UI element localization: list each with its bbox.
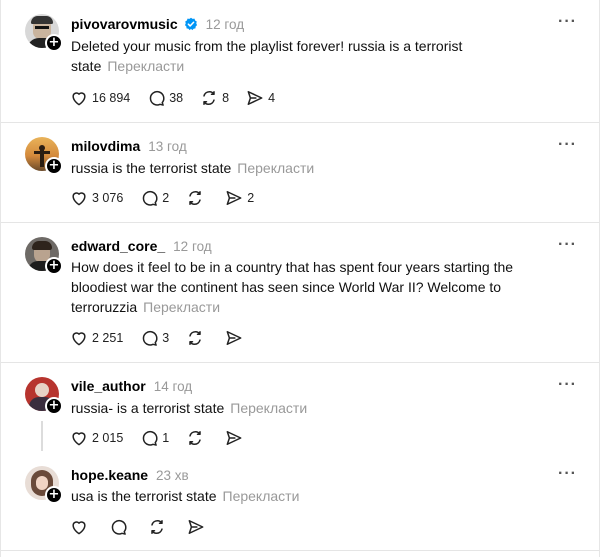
avatar[interactable]: + <box>25 466 63 504</box>
timestamp: 12 год <box>205 17 245 32</box>
like-button[interactable]: 2 251 <box>69 328 123 348</box>
repost-icon <box>185 328 205 348</box>
comment-button[interactable]: 2 <box>139 188 169 208</box>
repost-button[interactable] <box>147 517 170 537</box>
comment-count: 2 <box>162 191 170 205</box>
follow-plus-icon[interactable]: + <box>45 397 63 415</box>
share-button[interactable]: 4 <box>245 88 275 108</box>
heart-icon <box>69 188 89 208</box>
heart-icon <box>69 517 89 537</box>
translate-link[interactable]: Перекласти <box>107 58 184 74</box>
repost-button[interactable] <box>185 188 208 208</box>
share-icon <box>245 88 265 108</box>
share-button[interactable]: 2 <box>224 188 254 208</box>
follow-plus-icon[interactable]: + <box>45 486 63 504</box>
like-button[interactable] <box>69 517 92 537</box>
more-icon[interactable]: ··· <box>558 13 577 31</box>
share-count: 2 <box>247 191 255 205</box>
timestamp: 23 хв <box>156 468 189 483</box>
verified-badge-icon <box>184 17 198 31</box>
more-icon[interactable]: ··· <box>558 236 577 254</box>
share-button[interactable] <box>186 517 209 537</box>
share-count: 4 <box>268 91 276 105</box>
divider <box>1 550 599 551</box>
more-icon[interactable]: ··· <box>558 136 577 154</box>
share-icon <box>224 428 244 448</box>
share-button[interactable] <box>224 328 247 348</box>
comment-button[interactable]: 3 <box>139 328 169 348</box>
follow-plus-icon[interactable]: + <box>45 257 63 275</box>
translate-link[interactable]: Перекласти <box>230 400 307 416</box>
username[interactable]: edward_core_ <box>71 238 165 254</box>
comment-icon <box>146 88 166 108</box>
timestamp: 13 год <box>148 139 187 154</box>
share-icon <box>224 328 244 348</box>
post-body: russia is the terrorist state <box>71 160 232 176</box>
avatar[interactable]: + <box>25 237 63 275</box>
more-icon[interactable]: ··· <box>558 465 577 483</box>
share-icon <box>224 188 244 208</box>
divider <box>1 222 599 223</box>
comment-count: 1 <box>162 431 170 445</box>
comment-button[interactable] <box>108 517 131 537</box>
heart-icon <box>69 88 89 108</box>
comment-icon <box>139 328 159 348</box>
timestamp: 14 год <box>153 379 193 394</box>
comment-count: 3 <box>162 331 170 345</box>
heart-icon <box>69 328 89 348</box>
follow-plus-icon[interactable]: + <box>45 34 63 52</box>
comment-count: 38 <box>169 91 184 105</box>
like-button[interactable]: 2 015 <box>69 428 123 448</box>
repost-icon <box>147 517 167 537</box>
avatar[interactable]: + <box>25 14 63 52</box>
repost-icon <box>185 188 205 208</box>
post-body: russia- is a terrorist state <box>71 400 225 416</box>
comment-button[interactable]: 38 <box>146 88 183 108</box>
avatar[interactable]: + <box>25 137 63 175</box>
follow-plus-icon[interactable]: + <box>45 157 63 175</box>
translate-link[interactable]: Перекласти <box>223 488 300 504</box>
username[interactable]: hope.keane <box>71 467 148 483</box>
translate-link[interactable]: Перекласти <box>237 160 314 176</box>
username[interactable]: milovdima <box>71 138 140 154</box>
comment-icon <box>139 428 159 448</box>
post-body: usa is the terrorist state <box>71 488 217 504</box>
username[interactable]: pivovarovmusic <box>71 16 178 32</box>
comment-icon <box>139 188 159 208</box>
post-body: How does it feel to be in a country that… <box>71 259 514 315</box>
share-icon <box>186 517 206 537</box>
avatar[interactable]: + <box>25 377 63 415</box>
divider <box>1 362 599 363</box>
like-count: 16 894 <box>92 91 131 105</box>
post-text: How does it feel to be in a country that… <box>71 257 526 317</box>
username[interactable]: vile_author <box>71 378 146 394</box>
comment-icon <box>108 517 128 537</box>
divider <box>1 122 599 123</box>
repost-button[interactable] <box>185 428 208 448</box>
repost-count: 8 <box>222 91 230 105</box>
like-button[interactable]: 16 894 <box>69 88 130 108</box>
comment-button[interactable]: 1 <box>139 428 169 448</box>
like-count: 2 015 <box>92 431 124 445</box>
repost-icon <box>199 88 219 108</box>
timestamp: 12 год <box>173 239 212 254</box>
share-button[interactable] <box>224 428 247 448</box>
thread-line <box>41 421 43 451</box>
repost-button[interactable]: 8 <box>199 88 229 108</box>
translate-link[interactable]: Перекласти <box>143 299 220 315</box>
like-button[interactable]: 3 076 <box>69 188 123 208</box>
post-text: russia is the terrorist state Перекласти <box>71 158 539 178</box>
repost-button[interactable] <box>185 328 208 348</box>
repost-icon <box>185 428 205 448</box>
post-text: russia- is a terrorist state Перекласти <box>71 398 539 418</box>
like-count: 2 251 <box>92 331 124 345</box>
thread-feed: + pivovarovmusic 12 год ··· Deleted your… <box>0 0 600 557</box>
like-count: 3 076 <box>92 191 124 205</box>
heart-icon <box>69 428 89 448</box>
more-icon[interactable]: ··· <box>558 376 577 394</box>
post-text: usa is the terrorist state Перекласти <box>71 486 539 506</box>
post-text: Deleted your music from the playlist for… <box>71 36 491 76</box>
